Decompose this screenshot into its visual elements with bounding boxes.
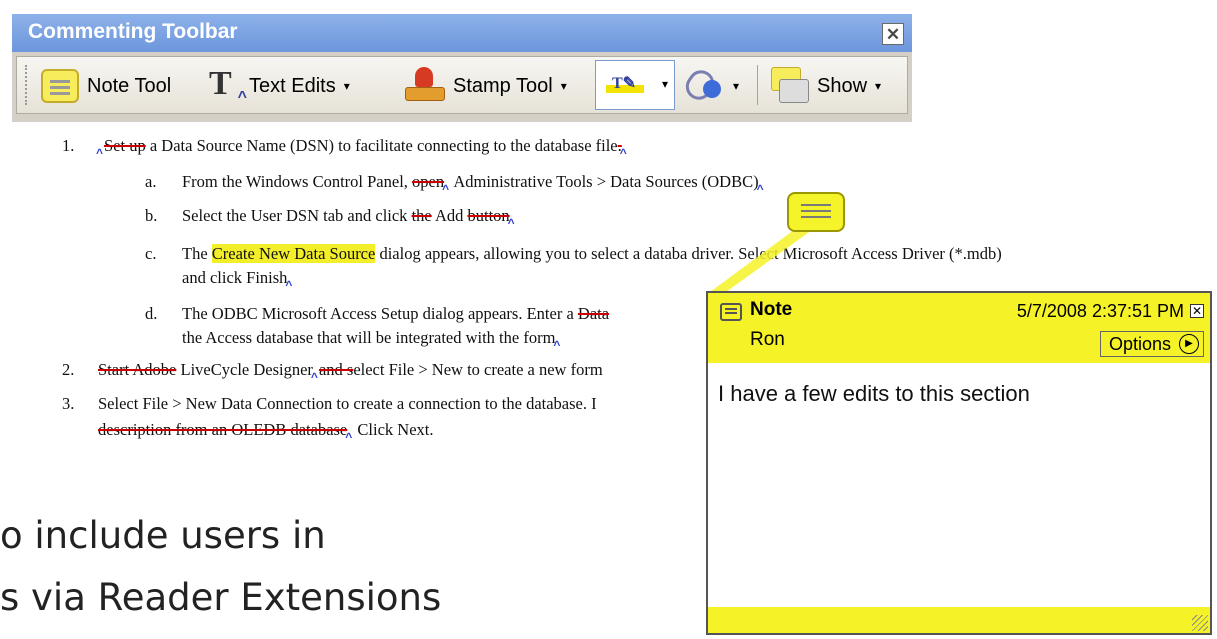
list-number: 1. — [62, 136, 75, 155]
stamp-tool-button[interactable]: Stamp Tool ▾ — [405, 61, 567, 111]
strikethrough-text[interactable]: Start Adobe — [98, 360, 176, 379]
note-body-text[interactable]: I have a few edits to this section — [718, 381, 1030, 407]
body-text: The — [182, 244, 212, 263]
body-text: a Data Source Name (DSN) to facilitate c… — [145, 136, 618, 155]
document-line[interactable]: The ODBC Microsoft Access Setup dialog a… — [182, 304, 609, 324]
attach-dropdown-icon[interactable]: ▾ — [733, 79, 739, 93]
strikethrough-text[interactable]: Data — [578, 304, 609, 323]
body-text: Click Next. — [353, 420, 434, 439]
document-line[interactable]: Select the User DSN tab and click the Ad… — [182, 206, 516, 230]
note-title: Note — [750, 299, 793, 320]
strikethrough-text[interactable]: Set up — [104, 136, 146, 155]
toolbar-titlebar[interactable]: Commenting Toolbar ✕ — [12, 14, 912, 52]
show-comments-icon — [771, 67, 809, 105]
slide-text-line: o include users in — [0, 514, 326, 557]
note-popup: Note Ron 5/7/2008 2:37:51 PM ✕ Options ▶… — [706, 291, 1212, 635]
body-text: and click Finish — [182, 268, 288, 287]
highlight-tool-button[interactable]: T✎ ▾ — [595, 60, 675, 110]
body-text: Administrative Tools > Data Sources (ODB… — [450, 172, 759, 191]
body-text: From the Windows Control Panel, — [182, 172, 413, 191]
note-popup-footer — [708, 607, 1210, 633]
insert-caret-icon[interactable]: ^ — [311, 370, 318, 384]
body-text: Select the User DSN tab and click — [182, 206, 412, 225]
text-edits-label: Text Edits — [249, 74, 336, 97]
paperclip-icon — [680, 65, 725, 106]
body-text: Select File > New Data Connection to cre… — [98, 394, 597, 413]
options-label: Options — [1108, 334, 1171, 354]
body-text: LiveCycle Designer — [176, 360, 313, 379]
attach-file-button[interactable]: ▾ — [680, 61, 739, 111]
highlighted-text[interactable]: Create New Data Source — [211, 244, 376, 263]
text-edits-button[interactable]: T ^ Text Edits ▾ — [209, 61, 350, 111]
insert-caret-icon[interactable]: ^ — [345, 430, 352, 444]
commenting-toolbar: Commenting Toolbar ✕ Note Tool T ^ Text E… — [12, 14, 912, 122]
highlight-text-icon: T✎ — [606, 73, 644, 95]
options-arrow-icon: ▶ — [1179, 334, 1199, 354]
insert-caret-icon[interactable]: ^ — [620, 146, 627, 160]
note-icon — [720, 303, 742, 321]
note-date: 5/7/2008 2:37:51 PM — [1016, 301, 1184, 321]
note-close-button[interactable]: ✕ — [1190, 304, 1204, 318]
strikethrough-text[interactable]: the — [412, 206, 432, 225]
body-text: Add — [431, 206, 468, 225]
highlight-dropdown-icon[interactable]: ▾ — [662, 77, 668, 91]
document-line[interactable]: From the Windows Control Panel, open^ Ad… — [182, 172, 765, 196]
note-icon — [41, 69, 79, 103]
insert-caret-icon[interactable]: ^ — [757, 182, 764, 196]
resize-grip-icon[interactable] — [1192, 615, 1208, 631]
document-line[interactable]: and click Finish^ — [182, 268, 293, 292]
slide-text-line: s via Reader Extensions — [0, 576, 442, 619]
note-options-button[interactable]: Options ▶ — [1099, 331, 1204, 357]
document-line[interactable]: Start Adobe LiveCycle Designer^and selec… — [98, 360, 603, 384]
strikethrough-text[interactable]: open — [412, 172, 444, 191]
note-popup-header[interactable]: Note Ron 5/7/2008 2:37:51 PM ✕ Options ▶ — [708, 293, 1210, 363]
insert-caret-icon[interactable]: ^ — [508, 216, 515, 230]
show-label: Show — [817, 74, 868, 97]
show-button[interactable]: Show ▾ — [771, 61, 881, 111]
list-letter: a. — [145, 172, 157, 191]
toolbar-grip[interactable] — [25, 65, 31, 105]
note-author: Ron — [750, 329, 785, 350]
body-text: elect File > New to create a new form — [353, 360, 603, 379]
document-line[interactable]: description from an OLEDB database^ Clic… — [98, 420, 434, 444]
list-letter: c. — [145, 244, 157, 263]
insert-caret-icon[interactable]: ^ — [96, 146, 103, 160]
text-edits-dropdown-icon[interactable]: ▾ — [344, 79, 350, 93]
strikethrough-text[interactable]: and s — [319, 360, 353, 379]
insert-caret-icon[interactable]: ^ — [285, 278, 292, 292]
stamp-tool-label: Stamp Tool — [453, 74, 553, 97]
document-line[interactable]: Select File > New Data Connection to cre… — [98, 394, 597, 414]
list-number: 2. — [62, 360, 75, 379]
toolbar-separator — [757, 65, 758, 105]
document-line[interactable]: ^Set up a Data Source Name (DSN) to faci… — [96, 136, 628, 160]
document-line[interactable]: The Create New Data Source dialog appear… — [182, 244, 1002, 264]
list-number: 3. — [62, 394, 75, 413]
body-text: the Access database that will be integra… — [182, 328, 556, 347]
show-dropdown-icon[interactable]: ▾ — [875, 79, 881, 93]
toolbar-title: Commenting Toolbar — [28, 20, 238, 43]
note-tool-button[interactable]: Note Tool — [41, 61, 171, 111]
insert-caret-icon[interactable]: ^ — [553, 338, 560, 352]
stamp-icon — [405, 67, 445, 105]
note-comment-icon[interactable] — [787, 192, 845, 232]
list-letter: d. — [145, 304, 158, 323]
strikethrough-text[interactable]: button — [468, 206, 510, 225]
document-line[interactable]: the Access database that will be integra… — [182, 328, 561, 352]
insert-caret-icon[interactable]: ^ — [442, 182, 449, 196]
body-text: The ODBC Microsoft Access Setup dialog a… — [182, 304, 578, 323]
note-tool-label: Note Tool — [87, 74, 172, 97]
body-text: dialog appears, allowing you to select a… — [375, 244, 688, 263]
stamp-tool-dropdown-icon[interactable]: ▾ — [561, 79, 567, 93]
text-edits-icon: T ^ — [209, 65, 247, 107]
toolbar-close-button[interactable]: ✕ — [882, 23, 904, 45]
list-letter: b. — [145, 206, 158, 225]
toolbar-buttons-row: Note Tool T ^ Text Edits ▾ Stamp Tool ▾ T… — [16, 56, 908, 114]
strikethrough-text[interactable]: description from an OLEDB database — [98, 420, 347, 439]
